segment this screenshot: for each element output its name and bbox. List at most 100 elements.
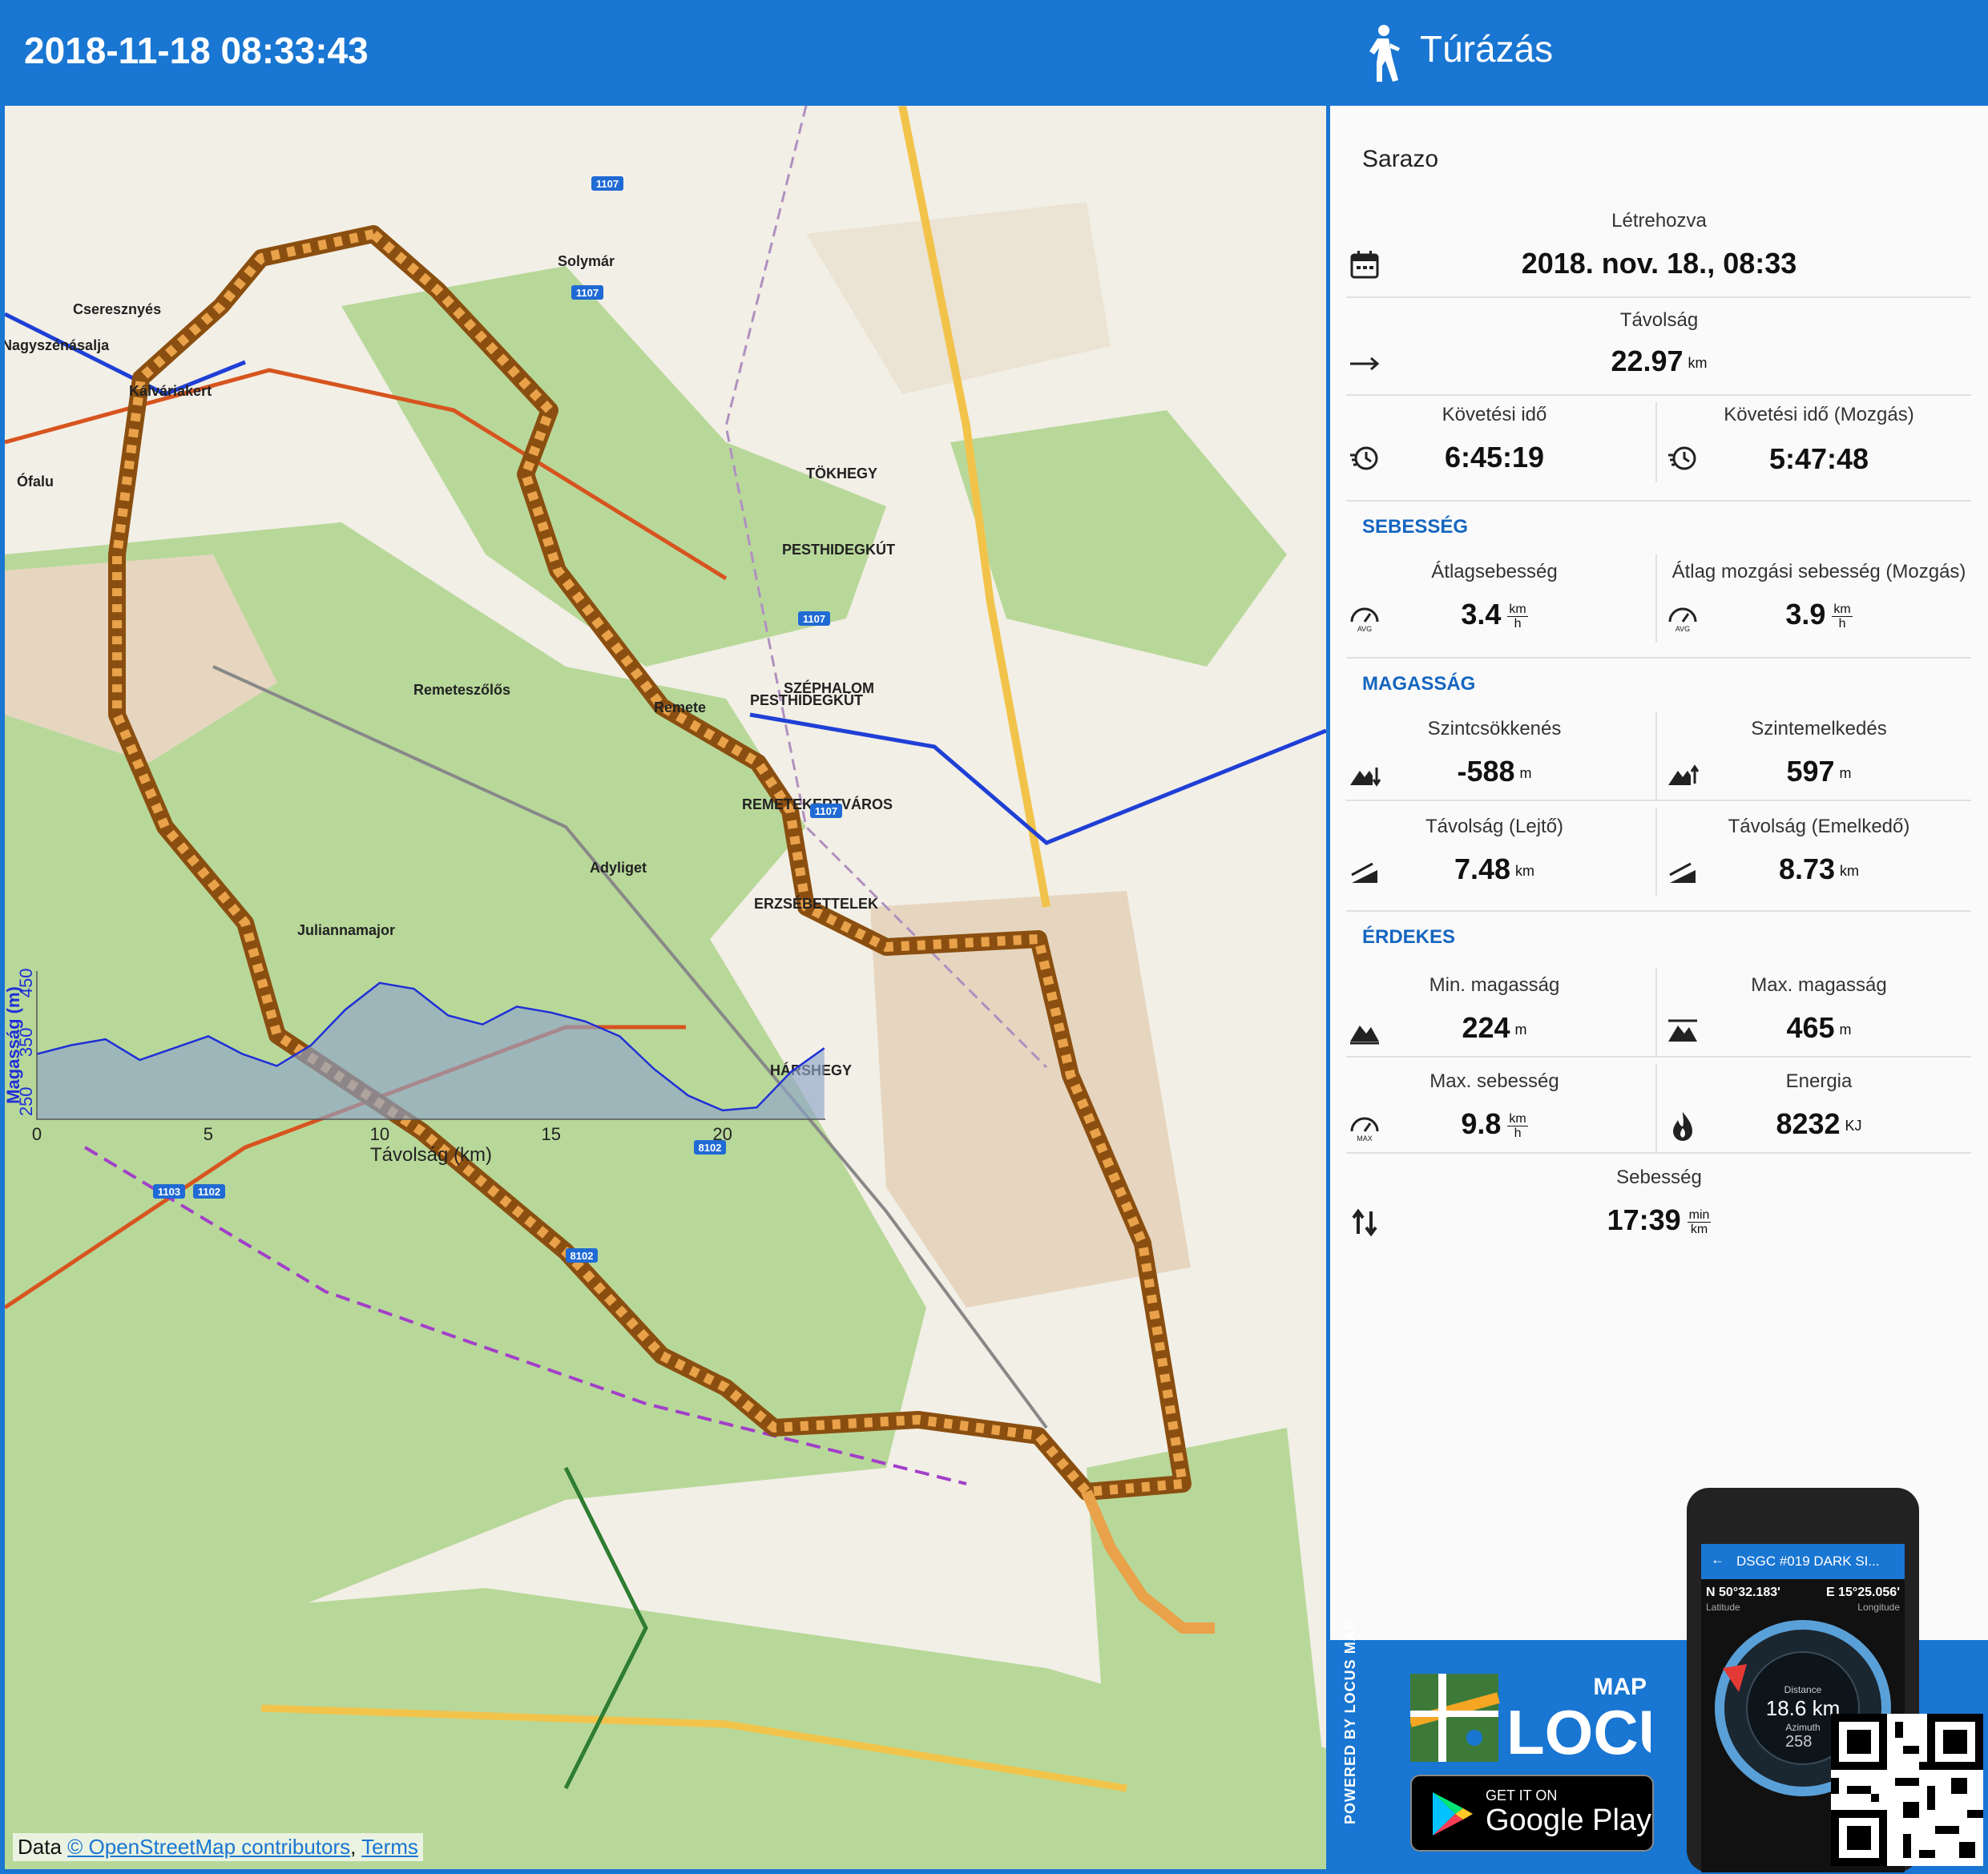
map-view[interactable]: Solymár Cseresznyés Nagyszénásalja Kálvária… [5,106,1326,1869]
place-label: PESTHIDEGKÚT [782,541,895,558]
pace-number: 17:39 [1607,1203,1681,1236]
locus-map-logo[interactable]: MAP LOCUS [1409,1666,1725,1767]
place-label: ERZSÉBETTELEK [754,895,878,912]
max-elev-label: Max. magasság [1751,974,1887,996]
unit-denominator: h [1514,616,1522,631]
attribution-prefix: Data [18,1835,62,1859]
road-number-badge: 1102 [193,1184,225,1199]
ascent-number: 597 [1786,755,1835,788]
dist-up-number: 8.73 [1778,852,1836,885]
phone-lon: E 15°25.056' [1825,1586,1900,1599]
road-number-badge: 1103 [153,1184,185,1199]
qr-code-image [1831,1714,1983,1866]
avg-moving-speed-value: 3.9 km h [1667,598,1971,631]
distance-number: 22.97 [1611,345,1684,377]
track-time-label: Követési idő [1442,404,1547,425]
qr-code[interactable] [1831,1714,1983,1866]
interesting-section-title: ÉRDEKES [1362,926,1456,948]
descent-value: -588 m [1346,755,1643,788]
place-label: Ófalu [17,473,54,490]
unit-numerator: km [1507,1111,1528,1126]
phone-title: DSGC #019 DARK SI... [1736,1554,1880,1569]
divider [1346,800,1971,801]
max-elev-value: 465 m [1667,1011,1971,1045]
min-elev-label: Min. magasság [1429,974,1560,996]
descent-number: -588 [1457,755,1515,788]
column-divider [1655,554,1657,643]
promo-banner: POWERED BY LOCUS MAP MAP LOCUS GET IT ON… [1326,1488,1988,1874]
track-time-moving-label: Követési idő (Mozgás) [1724,404,1914,425]
max-elev-unit: m [1839,1021,1852,1038]
dist-down-unit: km [1515,862,1535,879]
unit-numerator: km [1507,602,1528,617]
descent-unit: m [1519,764,1532,781]
back-arrow-icon: ← [1711,1552,1724,1567]
avg-speed-label: Átlagsebesség [1431,561,1558,582]
divider [1346,1056,1971,1058]
avg-moving-speed-number: 3.9 [1785,598,1826,631]
unit-denominator: h [1838,616,1846,631]
energy-label: Energia [1785,1070,1853,1092]
unit-numerator: min [1687,1207,1712,1223]
min-elev-unit: m [1514,1021,1527,1038]
stats-panel: Sarazo Létrehozva 2018. nov. 18., 08:33 … [1330,106,1988,1640]
dist-up-value: 8.73 km [1667,852,1971,886]
gplay-store-text: Google Play [1486,1803,1652,1837]
place-label: Adyliget [590,860,647,876]
x-tick-label: 20 [712,1124,732,1144]
top-bar: 2018-11-18 08:33:43 [0,0,1326,106]
google-play-button[interactable]: GET IT ON Google Play [1410,1775,1654,1852]
phone-lon-label: Longitude [1857,1602,1900,1613]
dist-down-number: 7.48 [1454,852,1511,885]
energy-number: 8232 [1776,1107,1841,1140]
avg-speed-unit: km h [1507,602,1528,631]
column-divider [1655,402,1657,482]
place-label: Remete [654,699,706,715]
x-tick-label: 15 [541,1124,560,1144]
column-divider [1655,711,1657,800]
avg-moving-speed-label: Átlag mozgási sebesség (Mozgás) [1671,561,1966,582]
divider [1346,1152,1971,1154]
place-label: Nagyszénásalja [5,337,110,353]
energy-unit: KJ [1845,1117,1862,1134]
divider [1346,657,1971,659]
phone-azimuth: 258 [1785,1733,1813,1751]
road-number-badge: 8102 [566,1248,598,1263]
place-label: Kálváriakert [129,383,212,399]
road-number-badge: 1107 [810,804,842,818]
speed-section-title: SEBESSÉG [1362,516,1469,538]
terms-link[interactable]: Terms [361,1835,418,1859]
max-speed-unit: km h [1507,1111,1528,1140]
min-elev-value: 224 m [1346,1011,1643,1045]
max-speed-value: 9.8 km h [1346,1107,1643,1141]
place-label: Juliannamajor [297,922,395,938]
map-attribution: Data © OpenStreetMap contributors, Terms [13,1833,423,1861]
divider [1346,296,1971,298]
dist-down-label: Távolság (Lejtő) [1425,816,1564,837]
road-number: 8102 [571,1250,594,1262]
avg-speed-value: 3.4 km h [1346,598,1643,631]
pace-value: 17:39 min km [1330,1203,1988,1237]
dist-down-value: 7.48 km [1346,852,1643,886]
phone-lat-label: Latitude [1706,1602,1740,1613]
road-number: 1107 [803,613,825,625]
road-number: 1107 [596,178,619,190]
divider [1346,394,1971,396]
created-label: Létrehozva [1611,210,1707,232]
track-name: Sarazo [1362,146,1439,172]
powered-by-text: POWERED BY LOCUS MAP [1342,1619,1358,1824]
min-elev-number: 224 [1462,1011,1510,1044]
y-axis-label: Magasság (m) [5,986,23,1104]
column-divider [1655,808,1657,896]
osm-link[interactable]: © OpenStreetMap contributors [67,1835,350,1859]
road-number: 1102 [198,1186,220,1198]
pace-label: Sebesség [1616,1167,1702,1188]
activity-title: Túrázás [1420,28,1554,70]
max-speed-label: Max. sebesség [1430,1070,1559,1092]
created-value: 2018. nov. 18., 08:33 [1521,247,1797,280]
road-number-badge: 1107 [571,285,603,300]
unit-denominator: km [1690,1222,1708,1236]
unit-denominator: h [1514,1126,1522,1140]
energy-value: 8232 KJ [1667,1107,1971,1141]
x-tick-label: 10 [370,1124,389,1144]
